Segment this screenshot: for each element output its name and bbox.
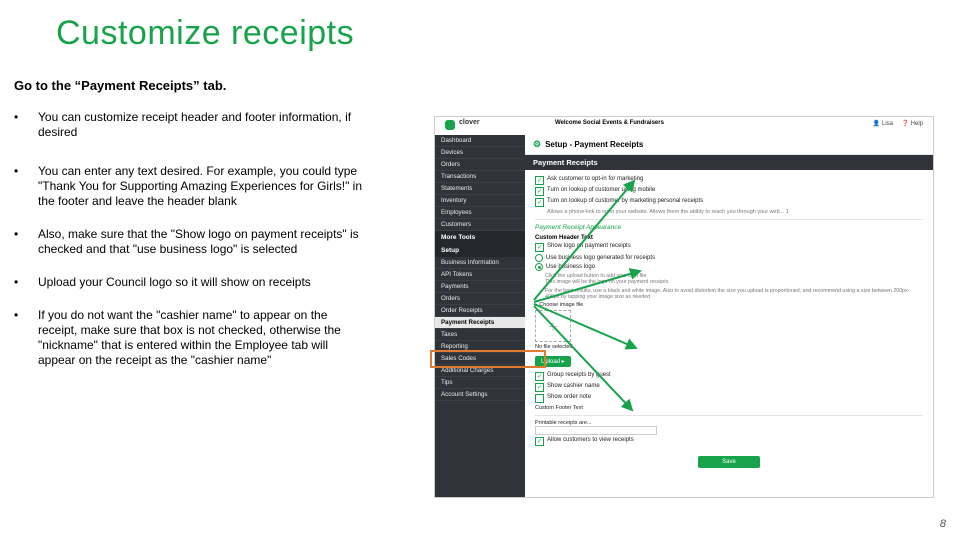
sidebar-item[interactable]: Account Settings bbox=[435, 389, 525, 401]
bullet-dot: • bbox=[14, 164, 38, 209]
bullet-dot: • bbox=[14, 110, 38, 140]
custom-footer-label: Custom Footer Text bbox=[535, 405, 923, 411]
bullet-dot: • bbox=[14, 308, 38, 368]
bullet-text: Also, make sure that the "Show logo on p… bbox=[38, 227, 364, 257]
instruction-line: Go to the “Payment Receipts” tab. bbox=[14, 78, 226, 93]
checkbox-row[interactable]: ✓Ask customer to opt-in for marketing bbox=[535, 176, 923, 185]
help-text: Allows a phone-link to open your website… bbox=[547, 209, 923, 215]
page-number: 8 bbox=[940, 518, 946, 530]
checkbox-order-note[interactable]: Show order note bbox=[535, 394, 923, 403]
sidebar-item[interactable]: Order Receipts bbox=[435, 305, 525, 317]
bullet-item: •You can enter any text desired. For exa… bbox=[14, 164, 364, 209]
brand-name: clover bbox=[459, 119, 480, 126]
bullet-dot: • bbox=[14, 275, 38, 290]
bullet-dot: • bbox=[14, 227, 38, 257]
help-label: Help bbox=[911, 121, 923, 127]
sidebar-item[interactable]: Inventory bbox=[435, 195, 525, 207]
user-name[interactable]: 👤 Lisa bbox=[873, 120, 893, 127]
screenshot-topbar: clover Welcome Social Events & Fundraise… bbox=[435, 117, 933, 136]
embedded-screenshot: clover Welcome Social Events & Fundraise… bbox=[434, 116, 934, 498]
bullet-text: You can enter any text desired. For exam… bbox=[38, 164, 364, 209]
hint-text: For the best results, use a black and wh… bbox=[545, 288, 923, 301]
bullet-item: •You can customize receipt header and fo… bbox=[14, 110, 364, 140]
sidebar-item[interactable]: Taxes bbox=[435, 329, 525, 341]
sidebar-item[interactable]: Tips bbox=[435, 377, 525, 389]
panel-body: ✓Ask customer to opt-in for marketing ✓Tu… bbox=[525, 170, 933, 474]
checkbox-group-guest[interactable]: ✓Group receipts by guest bbox=[535, 372, 923, 381]
bullet-item: •If you do not want the "cashier name" t… bbox=[14, 308, 364, 368]
checkbox-row[interactable]: ✓Turn on lookup of customer by marketing… bbox=[535, 198, 923, 207]
bullet-list: •You can customize receipt header and fo… bbox=[14, 110, 364, 368]
bullet-text: If you do not want the "cashier name" to… bbox=[38, 308, 364, 368]
sidebar-item[interactable]: Transactions bbox=[435, 171, 525, 183]
welcome-text: Welcome Social Events & Fundraisers bbox=[555, 120, 664, 126]
no-file-label: No file selected bbox=[535, 344, 923, 350]
save-button[interactable]: Save bbox=[698, 456, 760, 468]
sidebar-item[interactable]: Orders bbox=[435, 159, 525, 171]
checkbox-show-logo[interactable]: ✓Show logo on payment receipts bbox=[535, 243, 923, 252]
bullet-item: •Upload your Council logo so it will sho… bbox=[14, 275, 364, 290]
screenshot-main: ⚙ Setup - Payment Receipts Payment Receip… bbox=[525, 135, 933, 497]
checkbox-allow-view[interactable]: ✓Allow customers to view receipts bbox=[535, 437, 923, 446]
sidebar-item[interactable]: Customers bbox=[435, 219, 525, 231]
sidebar-item[interactable]: Business Information bbox=[435, 257, 525, 269]
page-title: ⚙ Setup - Payment Receipts bbox=[525, 135, 933, 155]
bullet-text: You can customize receipt header and foo… bbox=[38, 110, 364, 140]
radio-generated-logo[interactable]: Use business logo generated for receipts bbox=[535, 254, 923, 262]
bullet-item: •Also, make sure that the "Show logo on … bbox=[14, 227, 364, 257]
printable-input[interactable] bbox=[535, 426, 657, 435]
slide-title: Customize receipts bbox=[56, 14, 354, 53]
bullet-text: Upload your Council logo so it will show… bbox=[38, 275, 364, 290]
sidebar-item[interactable]: Devices bbox=[435, 147, 525, 159]
sidebar-item[interactable]: Employees bbox=[435, 207, 525, 219]
user-name-label: Lisa bbox=[882, 121, 893, 127]
sidebar-item[interactable]: Payment Receipts bbox=[435, 317, 525, 329]
image-dropzone[interactable]: ＋ bbox=[535, 310, 571, 342]
gear-icon: ⚙ bbox=[533, 139, 541, 149]
section-appearance: Payment Receipt Appearance bbox=[535, 224, 923, 231]
hint-text: Click the upload button to add your own … bbox=[545, 273, 923, 286]
sidebar-item[interactable]: Setup bbox=[435, 244, 525, 257]
custom-header-label: Custom Header Text bbox=[535, 235, 923, 241]
sidebar-item[interactable]: API Tokens bbox=[435, 269, 525, 281]
sidebar-item[interactable]: More Tools bbox=[435, 231, 525, 244]
highlight-box bbox=[430, 350, 546, 368]
page-title-label: Setup - Payment Receipts bbox=[545, 140, 643, 149]
radio-business-logo[interactable]: Use business logo bbox=[535, 263, 923, 271]
clover-logo-icon bbox=[445, 120, 455, 130]
choose-label: ▸ Choose image file bbox=[535, 302, 923, 308]
help-link[interactable]: ❓ Help bbox=[902, 120, 923, 127]
screenshot-sidebar: DashboardDevicesOrdersTransactionsStatem… bbox=[435, 135, 525, 497]
sidebar-item[interactable]: Statements bbox=[435, 183, 525, 195]
sidebar-item[interactable]: Payments bbox=[435, 281, 525, 293]
sidebar-item[interactable]: Dashboard bbox=[435, 135, 525, 147]
panel-header: Payment Receipts bbox=[525, 155, 933, 170]
checkbox-cashier-name[interactable]: ✓Show cashier name bbox=[535, 383, 923, 392]
sidebar-item[interactable]: Orders bbox=[435, 293, 525, 305]
checkbox-row[interactable]: ✓Turn on lookup of customer using mobile bbox=[535, 187, 923, 196]
